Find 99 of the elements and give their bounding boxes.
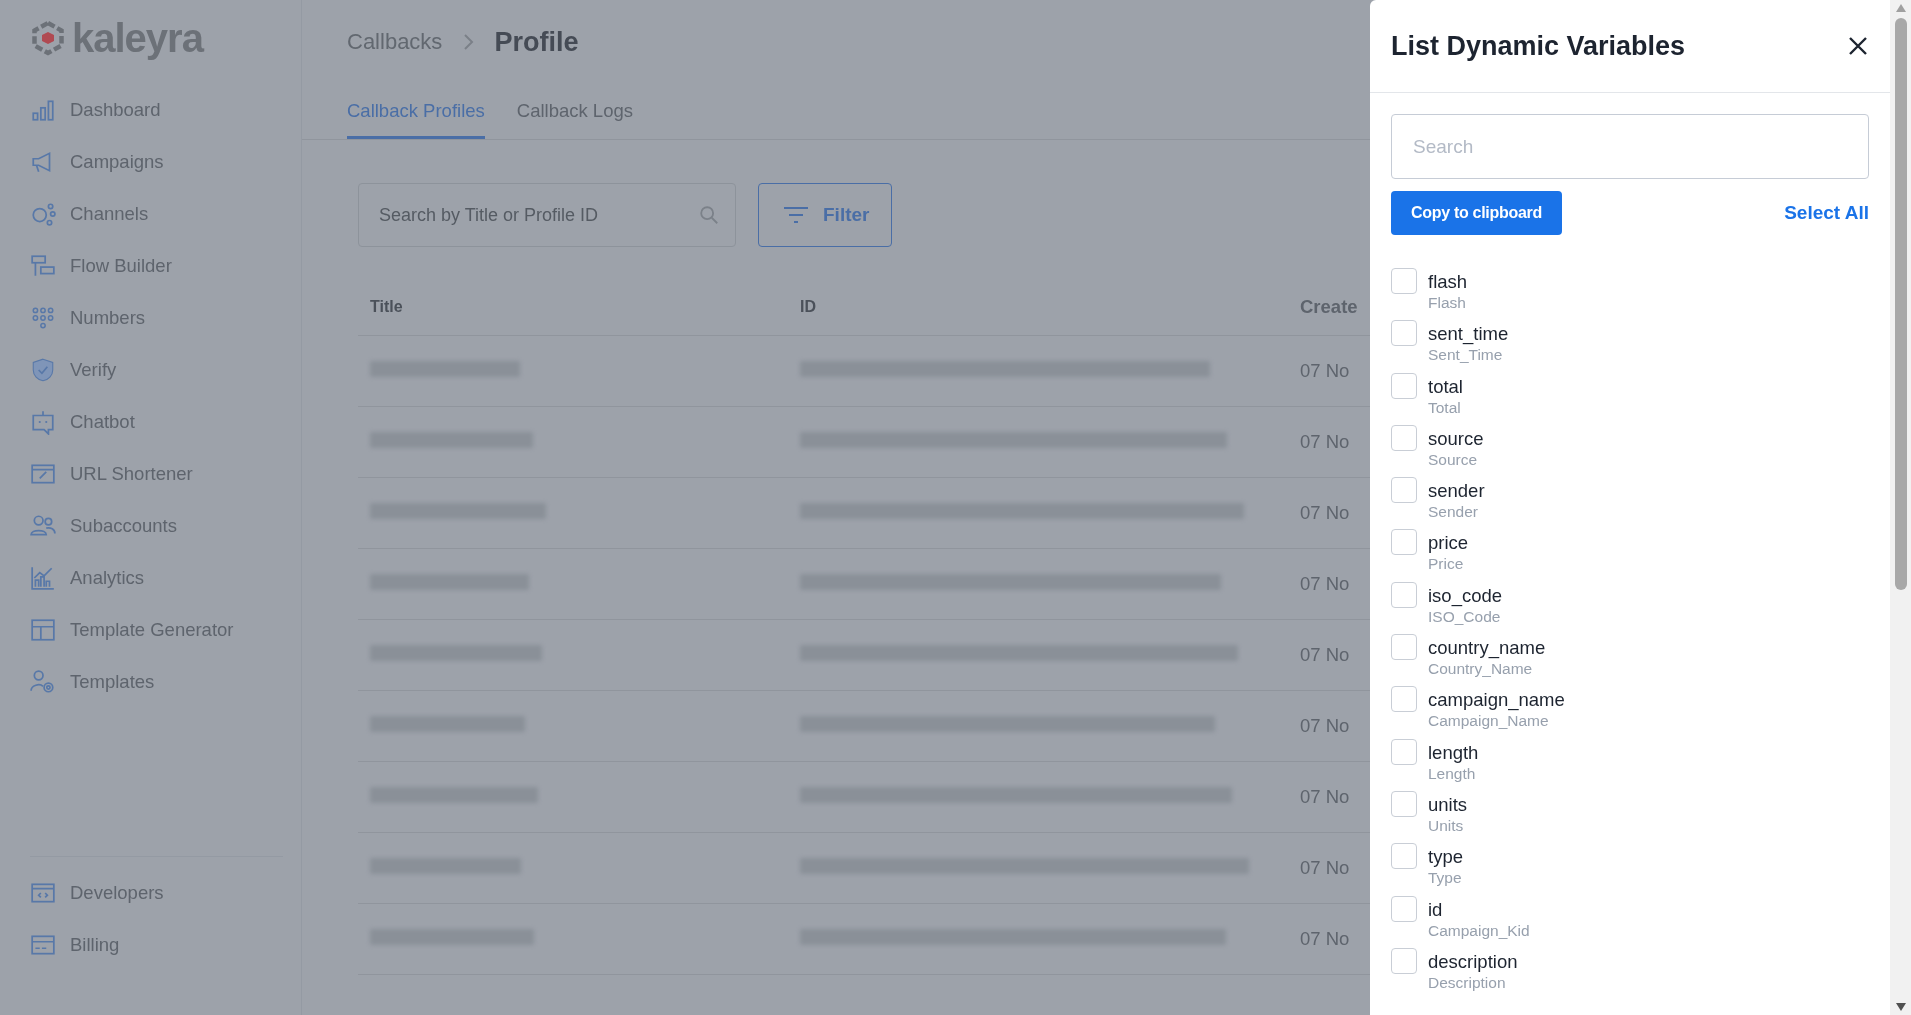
- tab[interactable]: Callback Profiles: [347, 100, 485, 139]
- variable-label: Units: [1428, 815, 1465, 836]
- table-cell: 07 No: [1300, 360, 1350, 381]
- flow-icon: [30, 253, 56, 279]
- checkbox[interactable]: [1391, 790, 1417, 817]
- variable-label: Description: [1428, 972, 1507, 993]
- variable-name: sent_time: [1428, 323, 1509, 346]
- scrollbar[interactable]: [1890, 0, 1911, 1015]
- tab[interactable]: Callback Logs: [516, 100, 633, 139]
- user-gear-icon: [30, 669, 56, 695]
- variable-name: units: [1428, 793, 1468, 816]
- table-cell: 07 No: [1300, 644, 1350, 665]
- variable-label: Country_Name: [1428, 659, 1534, 680]
- variable-name: total: [1428, 375, 1463, 398]
- variable-label: Length: [1428, 763, 1477, 784]
- chevron-right-icon: [462, 33, 475, 51]
- checkbox[interactable]: [1391, 895, 1417, 922]
- hexagon-logo-icon: [30, 20, 66, 56]
- variable-name: iso_code: [1428, 584, 1503, 607]
- search-field[interactable]: Search: [1391, 114, 1869, 179]
- layout-icon: [30, 617, 56, 643]
- dial-pad-icon: [30, 305, 56, 331]
- page-title: Profile: [494, 26, 579, 58]
- select-all-link[interactable]: Select All: [1784, 202, 1869, 224]
- checkbox[interactable]: [1391, 372, 1417, 399]
- column-header: Title: [370, 298, 403, 315]
- variable-name: description: [1428, 950, 1518, 973]
- table-cell: 07 No: [1300, 573, 1350, 594]
- link-window-icon: [30, 461, 56, 487]
- nav-item[interactable]: Campaigns: [30, 136, 164, 188]
- nav-item[interactable]: Template Generator: [30, 604, 234, 656]
- variable-label: Total: [1428, 397, 1462, 418]
- variable-name: source: [1428, 427, 1484, 450]
- filter-icon: [783, 205, 809, 225]
- nav-item[interactable]: Developers: [30, 867, 164, 919]
- variable-label: Price: [1428, 554, 1465, 575]
- table-cell: 07 No: [1300, 431, 1350, 452]
- nav-item[interactable]: Dashboard: [30, 84, 161, 136]
- nav-item[interactable]: Analytics: [30, 552, 145, 604]
- table-cell: 07 No: [1300, 928, 1350, 949]
- checkbox[interactable]: [1391, 947, 1417, 974]
- nav-item[interactable]: Templates: [30, 656, 155, 708]
- nav-item[interactable]: Chatbot: [30, 396, 135, 448]
- nav-item[interactable]: Billing: [30, 919, 120, 971]
- card-icon: [30, 932, 56, 958]
- checkbox[interactable]: [1391, 529, 1417, 556]
- nodes-icon: [30, 201, 56, 227]
- checkbox[interactable]: [1391, 738, 1417, 765]
- variable-name: type: [1428, 846, 1463, 869]
- variable-name: sender: [1428, 480, 1485, 503]
- checkbox[interactable]: [1391, 634, 1417, 661]
- close-icon: [1848, 36, 1868, 56]
- scroll-down-icon[interactable]: [1895, 1003, 1906, 1011]
- variable-name: price: [1428, 532, 1469, 555]
- nav-item[interactable]: Flow Builder: [30, 240, 172, 292]
- nav-item[interactable]: Channels: [30, 188, 149, 240]
- checkbox[interactable]: [1391, 843, 1417, 870]
- nav-item[interactable]: Subaccounts: [30, 500, 177, 552]
- checkbox[interactable]: [1391, 581, 1417, 608]
- people-icon: [30, 513, 56, 539]
- nav-item[interactable]: Verify: [30, 344, 117, 396]
- line-chart-icon: [30, 565, 56, 591]
- checkbox[interactable]: [1391, 424, 1417, 451]
- variable-name: campaign_name: [1428, 689, 1565, 712]
- variable-label: Source: [1428, 449, 1479, 470]
- nav-item[interactable]: URL Shortener: [30, 448, 193, 500]
- table-cell: 07 No: [1300, 715, 1350, 736]
- variable-name: id: [1428, 898, 1444, 921]
- checkbox[interactable]: [1391, 320, 1417, 347]
- variable-label: ISO_Code: [1428, 607, 1502, 627]
- table-cell: 07 No: [1300, 502, 1350, 523]
- variable-label: Campaign_Name: [1428, 711, 1550, 732]
- column-header: ID: [800, 298, 816, 315]
- variable-label: Sender: [1428, 502, 1479, 523]
- bar-chart-icon: [30, 97, 56, 123]
- table-cell: 07 No: [1300, 857, 1350, 878]
- shield-icon: [30, 357, 56, 383]
- nav-item[interactable]: Numbers: [30, 292, 146, 344]
- panel-title: List Dynamic Variables: [1391, 30, 1686, 62]
- robot-icon: [30, 409, 56, 435]
- filter-button[interactable]: Filter: [758, 183, 893, 247]
- copy-button[interactable]: Copy to clipboard: [1391, 191, 1562, 235]
- code-window-icon: [30, 880, 56, 906]
- variable-name: flash: [1428, 271, 1468, 293]
- variable-label: Campaign_Kid: [1428, 920, 1530, 941]
- breadcrumb-link[interactable]: Callbacks: [347, 29, 443, 55]
- variable-label: Type: [1428, 868, 1463, 889]
- checkbox[interactable]: [1391, 477, 1417, 504]
- search-icon: [698, 204, 720, 226]
- variable-name: length: [1428, 741, 1479, 764]
- variable-name: country_name: [1428, 637, 1546, 660]
- checkbox[interactable]: [1391, 268, 1417, 294]
- scroll-up-icon[interactable]: [1895, 4, 1906, 12]
- column-header: Create: [1300, 296, 1358, 317]
- checkbox[interactable]: [1391, 686, 1417, 713]
- table-cell: 07 No: [1300, 786, 1350, 807]
- search-field[interactable]: Search by Title or Profile ID: [358, 183, 736, 247]
- variable-label: Flash: [1428, 293, 1467, 313]
- variable-label: Sent_Time: [1428, 345, 1504, 366]
